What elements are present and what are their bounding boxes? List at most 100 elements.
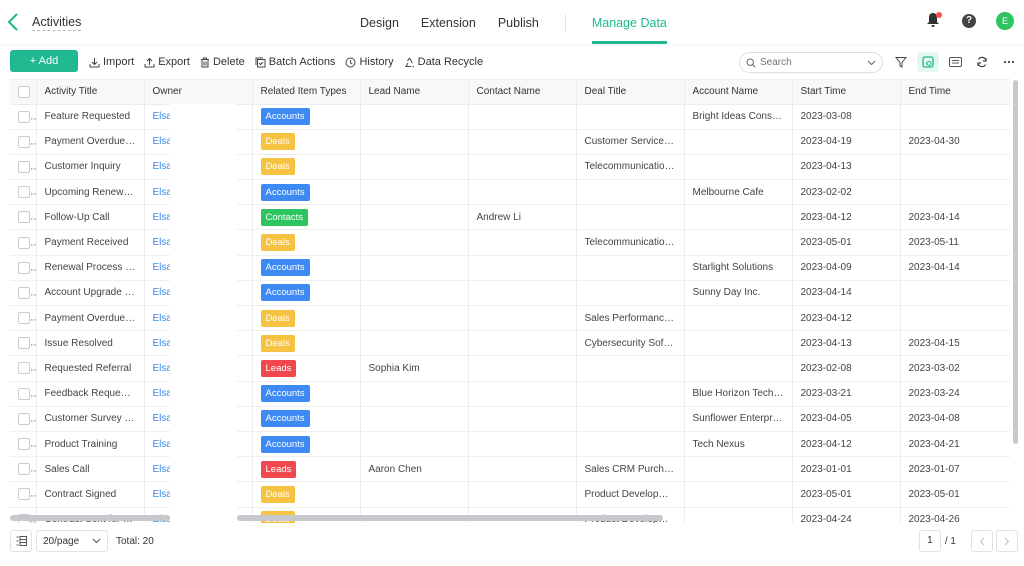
- start-time-cell: 2023-04-12: [792, 431, 901, 458]
- row-checkbox[interactable]: [18, 412, 30, 425]
- history-button[interactable]: History: [345, 56, 394, 68]
- row-checkbox[interactable]: [18, 261, 30, 274]
- deal-title-cell: [576, 204, 685, 231]
- search-box[interactable]: [739, 52, 883, 73]
- delete-button[interactable]: Delete: [200, 56, 245, 68]
- contact-name-cell: [468, 381, 577, 407]
- account-name-cell: Sunflower Enterprises: [684, 406, 793, 432]
- table-row[interactable]: Upcoming Renewal ... Elsa. Accounts Melbour…: [10, 179, 1010, 206]
- pagination-bar: 20/page Total: 20 1 / 1: [0, 530, 1024, 554]
- table-row[interactable]: Payment Overdue R... Elsa. Deals Sales Perf…: [10, 305, 1010, 332]
- avatar[interactable]: E: [996, 12, 1014, 30]
- horizontal-scrollbar-frozen[interactable]: [10, 515, 170, 521]
- table-row[interactable]: Sales Call Elsa. Leads Aaron Chen Sales CRM …: [10, 456, 1010, 483]
- app-title[interactable]: Activities: [32, 15, 82, 31]
- table-row[interactable]: Payment Received Elsa. Deals Telecommunicat…: [10, 229, 1010, 256]
- column-settings-icon[interactable]: [10, 530, 32, 552]
- back-chevron-icon[interactable]: [7, 12, 23, 32]
- tab-extension[interactable]: Extension: [421, 0, 476, 44]
- table-row[interactable]: Feature Requested Elsa. Accounts Bright Ide…: [10, 104, 1010, 130]
- data-recycle-button[interactable]: Data Recycle: [404, 56, 483, 68]
- start-time-cell: 2023-04-24: [792, 507, 901, 523]
- row-checkbox[interactable]: [18, 236, 30, 249]
- related-type-cell: Accounts: [252, 431, 361, 458]
- row-checkbox[interactable]: [18, 211, 30, 224]
- end-time-cell: 2023-04-14: [900, 204, 1010, 231]
- horizontal-scrollbar[interactable]: [237, 515, 663, 521]
- keyboard-icon[interactable]: [944, 52, 966, 72]
- column-header[interactable]: Related Item Types: [252, 80, 361, 105]
- table-row[interactable]: Customer Survey Sent Elsa. Accounts Sunflow…: [10, 406, 1010, 432]
- tab-publish[interactable]: Publish: [498, 0, 539, 44]
- account-name-cell: [684, 330, 793, 357]
- table-row[interactable]: Contract Signed Elsa. Deals Product Develop…: [10, 481, 1010, 508]
- end-time-cell: [900, 280, 1010, 307]
- table-row[interactable]: Follow-Up Call Elsa. Contacts Andrew Li 2023…: [10, 204, 1010, 231]
- tab-design[interactable]: Design: [360, 0, 399, 44]
- row-checkbox[interactable]: [18, 488, 30, 501]
- deal-title-cell: [576, 355, 685, 382]
- table-row[interactable]: Requested Referral Elsa. Leads Sophia Kim 20…: [10, 355, 1010, 382]
- column-header[interactable]: Owner: [144, 80, 253, 105]
- column-header[interactable]: Activity Title: [36, 80, 145, 105]
- related-type-tag: Deals: [260, 485, 295, 503]
- row-checkbox[interactable]: [18, 312, 30, 325]
- column-header[interactable]: Start Time: [792, 80, 901, 105]
- bell-icon[interactable]: [926, 12, 942, 30]
- filter-icon[interactable]: [890, 52, 912, 72]
- vertical-scrollbar[interactable]: [1013, 80, 1018, 444]
- next-page-button[interactable]: [996, 530, 1018, 552]
- chevron-down-icon[interactable]: [867, 60, 876, 66]
- table-row[interactable]: Payment Overdue R... Elsa. Deals Customer S…: [10, 129, 1010, 155]
- column-header[interactable]: Deal Title: [576, 80, 685, 105]
- row-checkbox[interactable]: [18, 337, 30, 350]
- refresh-icon[interactable]: [971, 52, 993, 72]
- table-row[interactable]: Renewal Process Sta... Elsa. Accounts Starl…: [10, 255, 1010, 281]
- contact-name-cell: [468, 481, 577, 508]
- tab-manage-data[interactable]: Manage Data: [591, 0, 667, 44]
- column-header[interactable]: Lead Name: [360, 80, 469, 105]
- activity-title-cell: Upcoming Renewal ...: [36, 179, 145, 206]
- table-row[interactable]: Product Training Elsa. Accounts Tech Nexus 2…: [10, 431, 1010, 458]
- start-time-cell: 2023-01-01: [792, 456, 901, 483]
- batch-actions-button[interactable]: Batch Actions: [255, 56, 335, 68]
- column-header[interactable]: Account Name: [684, 80, 793, 105]
- deal-title-cell: [576, 255, 685, 281]
- row-checkbox[interactable]: [18, 362, 30, 375]
- grid-view-icon[interactable]: [917, 52, 939, 72]
- add-button[interactable]: + Add: [10, 50, 78, 72]
- page-size-select[interactable]: 20/page: [36, 530, 108, 552]
- table-row[interactable]: Account Upgrade Re... Elsa. Accounts Sunny …: [10, 280, 1010, 307]
- row-checkbox[interactable]: [18, 110, 30, 123]
- table-row[interactable]: Feedback Requested Elsa. Accounts Blue Hori…: [10, 381, 1010, 407]
- row-checkbox[interactable]: [18, 186, 30, 199]
- search-input[interactable]: [760, 57, 860, 68]
- select-all-checkbox[interactable]: [18, 85, 30, 98]
- contact-name-cell: [468, 456, 577, 483]
- row-checkbox[interactable]: [18, 160, 30, 173]
- deal-title-cell: [576, 179, 685, 206]
- end-time-cell: 2023-04-26: [900, 507, 1010, 523]
- contact-name-cell: [468, 406, 577, 432]
- current-page-input[interactable]: 1: [918, 530, 941, 552]
- row-checkbox[interactable]: [18, 387, 30, 400]
- column-header[interactable]: Contact Name: [468, 80, 577, 105]
- related-type-tag: Accounts: [260, 435, 310, 453]
- export-button[interactable]: Export: [144, 56, 190, 68]
- import-button[interactable]: Import: [89, 56, 134, 68]
- table-row[interactable]: Issue Resolved Elsa. Deals Cybersecurity So…: [10, 330, 1010, 357]
- column-header[interactable]: End Time: [900, 80, 1010, 105]
- help-icon[interactable]: ?: [962, 14, 976, 28]
- row-checkbox[interactable]: [18, 135, 30, 148]
- activity-title-cell: Sales Call: [36, 456, 145, 483]
- row-select-cell: [10, 456, 37, 483]
- more-icon[interactable]: [998, 52, 1020, 72]
- row-checkbox[interactable]: [18, 463, 30, 476]
- activity-title-cell: Payment Received: [36, 229, 145, 256]
- owner-column-gap: [170, 104, 237, 522]
- row-checkbox[interactable]: [18, 438, 30, 451]
- start-time-cell: 2023-04-12: [792, 305, 901, 332]
- row-checkbox[interactable]: [18, 286, 30, 299]
- table-row[interactable]: Customer Inquiry Elsa. Deals Telecommunicat…: [10, 154, 1010, 181]
- prev-page-button[interactable]: [971, 530, 993, 552]
